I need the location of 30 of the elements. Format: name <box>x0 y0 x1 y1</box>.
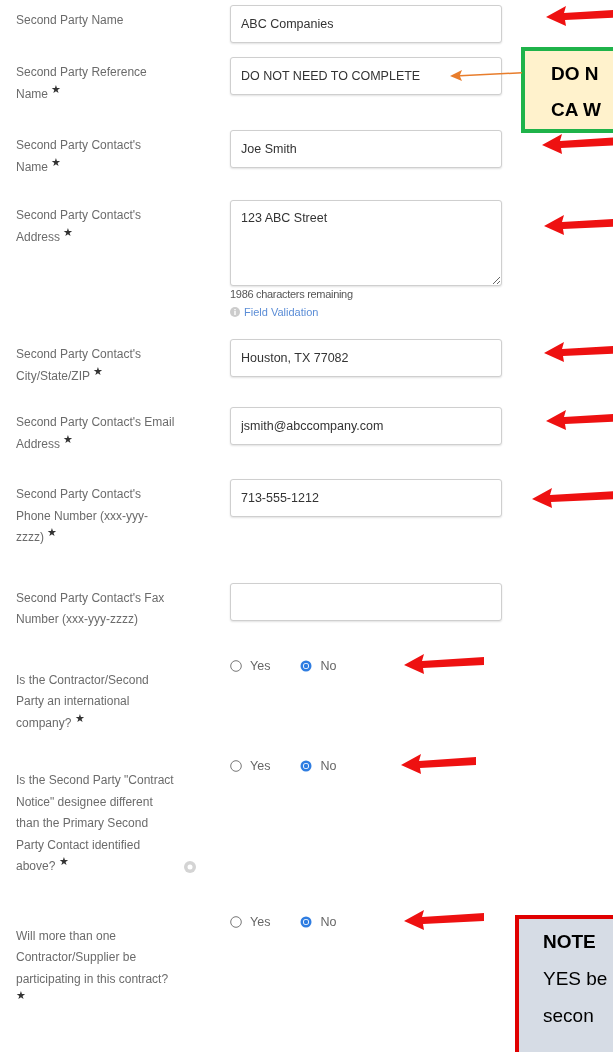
radio-icon[interactable] <box>230 760 242 772</box>
field-validation-link[interactable]: Field Validation <box>244 306 319 318</box>
info-icon <box>230 307 240 317</box>
callout-text: DO N <box>551 62 600 86</box>
address-field[interactable]: 123 ABC Street <box>230 200 502 286</box>
callout-text: secon <box>543 1004 595 1028</box>
character-counter: 1986 characters remaining <box>230 288 354 300</box>
radio-icon[interactable] <box>300 659 313 672</box>
text-field[interactable]: Houston, TX 77082 <box>230 339 502 377</box>
radio-icon[interactable] <box>300 760 313 772</box>
radio-option[interactable]: No <box>300 658 337 673</box>
text-field[interactable]: jsmith@abccompany.com <box>230 407 502 445</box>
text-field[interactable]: ABC Companies <box>230 5 502 43</box>
field-label: Second Party Contact's Fax Number (xxx-yyy-zzzz) <box>16 589 166 628</box>
text-field[interactable]: Joe Smith <box>230 130 502 168</box>
callout-text: YES be <box>543 967 609 991</box>
radio-icon[interactable] <box>230 915 242 928</box>
text-field[interactable]: 713-555-1212 <box>230 479 502 517</box>
radio-option[interactable]: No <box>300 914 337 929</box>
callout-text: CA W <box>551 98 602 122</box>
radio-icon[interactable] <box>300 915 313 928</box>
radio-option[interactable]: No <box>300 759 337 773</box>
text-field[interactable] <box>230 582 502 621</box>
callout-text: NOTE <box>543 930 597 954</box>
radio-option[interactable]: Yes <box>230 914 271 929</box>
radio-option[interactable]: Yes <box>230 759 271 773</box>
radio-icon[interactable] <box>230 659 242 672</box>
radio-option[interactable]: Yes <box>230 658 271 673</box>
text-field[interactable]: DO NOT NEED TO COMPLETE <box>230 57 502 95</box>
field-label: Second Party Name <box>16 12 125 29</box>
